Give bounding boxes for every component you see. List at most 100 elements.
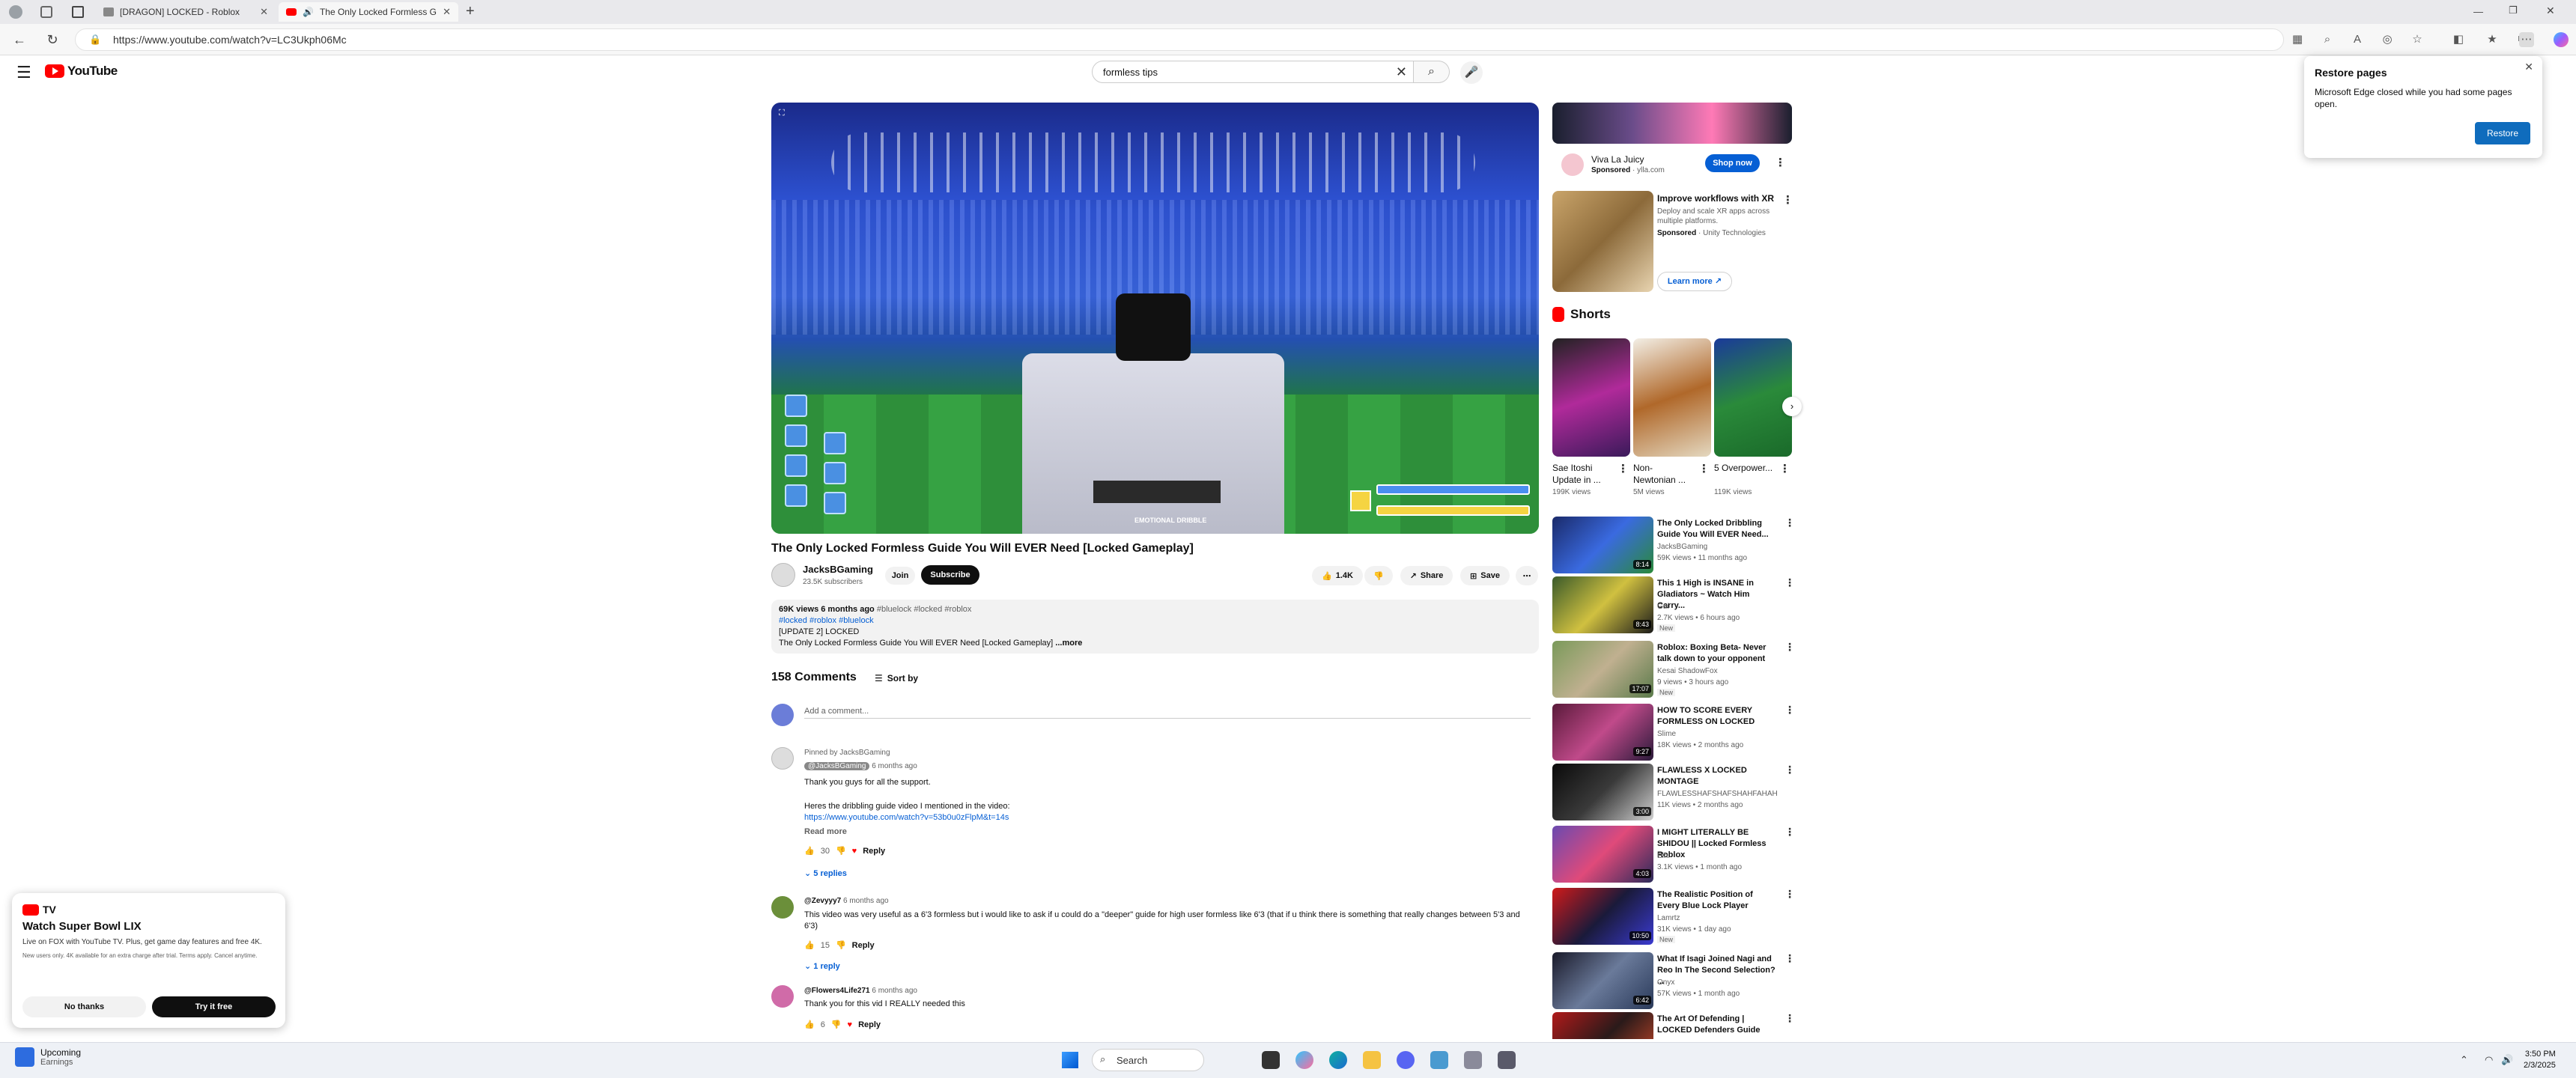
copilot-icon[interactable] [2554,32,2569,47]
recommended-video[interactable]: 8:43 This 1 High is INSANE in Gladiators… [1552,576,1799,635]
close-tab-icon[interactable]: ✕ [443,6,451,18]
ad-banner-image[interactable] [1552,103,1792,144]
no-thanks-button[interactable]: No thanks [22,996,146,1017]
start-icon[interactable] [1062,1052,1078,1068]
channel-name[interactable]: JacksBGaming [1657,543,1707,551]
comment-author[interactable]: @Zevyyy7 [804,897,841,905]
tab-youtube[interactable]: 🔊 The Only Locked Formless G ✕ [279,2,458,22]
video-title[interactable]: What If Isagi Joined Nagi and Reo In The… [1657,954,1777,987]
description-box[interactable]: 69K views 6 months ago #bluelock #locked… [771,600,1539,654]
thumbs-down-icon[interactable]: 👎 [831,1020,842,1029]
url-field[interactable]: 🔒 https://www.youtube.com/watch?v=LC3Ukp… [75,28,2284,51]
sort-by-button[interactable]: ☰ Sort by [875,673,918,683]
learn-more-button[interactable]: Learn more ↗ [1657,272,1732,291]
channel-name[interactable]: FLAWLESSHAFSHAFSHAHFAHAH [1657,790,1778,798]
copilot-app-icon[interactable] [1295,1051,1313,1069]
comment-author[interactable]: @JacksBGaming [804,762,870,770]
video-options-icon[interactable]: ⋮ [1784,641,1795,654]
short-thumbnail[interactable] [1714,338,1792,457]
ad-title[interactable]: Improve workflows with XR [1657,193,1774,204]
ad-thumbnail[interactable] [1552,191,1653,292]
short-options-icon[interactable]: ⋮ [1617,462,1629,475]
photos-icon[interactable] [1430,1051,1448,1069]
video-thumbnail[interactable] [1552,1012,1653,1039]
close-icon[interactable]: ✕ [2524,61,2533,73]
thumbs-up-icon[interactable]: 👍 [804,1020,815,1029]
clock[interactable]: 3:50 PM 2/3/2025 [2524,1049,2556,1071]
shop-now-button[interactable]: Shop now [1705,154,1760,172]
discord-icon[interactable] [1397,1051,1415,1069]
close-window-icon[interactable]: ✕ [2546,4,2555,17]
video-title[interactable]: This 1 High is INSANE in Gladiators ~ Wa… [1657,578,1777,612]
add-comment-input[interactable]: Add a comment... [804,707,1531,719]
subscribe-button[interactable]: Subscribe [921,565,979,585]
short-title[interactable]: 5 Overpower... [1714,462,1774,474]
tracking-icon[interactable]: ◎ [2380,32,2395,47]
channel-name[interactable]: Gui [1657,603,1669,611]
comment-avatar[interactable] [771,896,794,919]
player-settings-icon[interactable]: ⛶ [779,109,785,118]
view-replies-button[interactable]: ⌄ 5 replies [804,868,847,878]
site-info-icon[interactable]: 🔒 [89,34,101,46]
clear-search-icon[interactable]: ✕ [1396,64,1407,80]
tab-roblox[interactable]: [DRAGON] LOCKED - Roblox ✕ [96,2,276,22]
recommended-video[interactable]: 6:42 What If Isagi Joined Nagi and Reo I… [1552,952,1799,1011]
wifi-icon[interactable]: ◠ [2485,1054,2493,1066]
more-actions-icon[interactable]: ⋯ [1516,566,1538,585]
restore-button[interactable]: Restore [2475,122,2530,144]
channel-name[interactable]: Onyx [1657,978,1674,987]
channel-name[interactable]: Lamrtz [1657,914,1680,922]
thumbs-down-icon[interactable]: 👎 [836,940,846,950]
recommended-video[interactable]: The Art Of Defending | LOCKED Defenders … [1552,1012,1799,1039]
back-icon[interactable]: ← [10,31,28,49]
save-button[interactable]: ⊞ Save [1460,566,1510,585]
video-options-icon[interactable]: ⋮ [1784,888,1795,901]
video-title[interactable]: HOW TO SCORE EVERY FORMLESS ON LOCKED [1657,705,1777,728]
join-button[interactable]: Join [885,567,915,585]
speaker-icon[interactable]: 🔊 [303,7,314,17]
comment-avatar[interactable] [771,747,794,770]
view-replies-button[interactable]: ⌄ 1 reply [804,961,840,971]
video-player[interactable]: EMOTIONAL DRIBBLE ⛶ [771,103,1539,534]
app-icon[interactable] [1464,1051,1482,1069]
video-title[interactable]: I MIGHT LITERALLY BE SHIDOU || Locked Fo… [1657,827,1777,861]
app-available-icon[interactable]: ▦ [2290,32,2305,47]
app-icon[interactable] [1498,1051,1516,1069]
comment-avatar[interactable] [771,985,794,1008]
thumbs-up-icon[interactable]: 👍 [804,940,815,950]
minimize-icon[interactable]: — [2473,6,2483,17]
favorite-star-icon[interactable]: ☆ [2410,32,2425,47]
search-button[interactable]: ⌕ [1414,61,1450,83]
zoom-icon[interactable]: ⌕ [2320,32,2335,47]
recommended-video[interactable]: 17:07 Roblox: Boxing Beta- Never talk do… [1552,641,1799,699]
advertiser-logo[interactable] [1561,153,1584,176]
news-widget[interactable]: Upcoming Earnings [15,1047,81,1067]
short-title[interactable]: Sae Itoshi Update in ... [1552,462,1612,486]
new-tab-button[interactable]: + [466,3,475,20]
comment-link[interactable]: https://www.youtube.com/watch?v=53b0u0zF… [804,812,1009,823]
like-button[interactable]: 👍 1.4K [1312,566,1363,585]
reply-button[interactable]: Reply [858,1020,881,1029]
ad-options-icon[interactable]: ⋮ [1775,156,1786,169]
video-title[interactable]: The Realistic Position of Every Blue Loc… [1657,889,1777,912]
maximize-icon[interactable]: ❐ [2509,4,2518,16]
ad-options-icon[interactable]: ⋮ [1782,193,1793,207]
recommended-video[interactable]: 3:00 FLAWLESS X LOCKED MONTAGE FLAWLESSH… [1552,764,1799,822]
short-options-icon[interactable]: ⋮ [1698,462,1710,475]
thumbs-up-icon[interactable]: 👍 [804,846,815,856]
thumbs-down-icon[interactable]: 👎 [836,846,846,856]
profile-icon[interactable] [9,5,22,19]
reply-button[interactable]: Reply [863,847,885,856]
video-options-icon[interactable]: ⋮ [1784,826,1795,838]
volume-icon[interactable]: 🔊 [2501,1054,2513,1066]
more-menu-icon[interactable]: ⋯ [2519,32,2534,47]
read-more-link[interactable]: Read more [804,826,847,838]
channel-avatar[interactable] [771,563,795,587]
close-tab-icon[interactable]: ✕ [260,6,268,18]
video-title[interactable]: Roblox: Boxing Beta- Never talk down to … [1657,642,1777,665]
dislike-button[interactable]: 👎 [1364,566,1393,585]
comment-author[interactable]: @Flowers4Life271 [804,987,870,995]
short-thumbnail[interactable] [1633,338,1711,457]
video-title[interactable]: The Art Of Defending | LOCKED Defenders … [1657,1014,1777,1036]
video-options-icon[interactable]: ⋮ [1784,517,1795,529]
